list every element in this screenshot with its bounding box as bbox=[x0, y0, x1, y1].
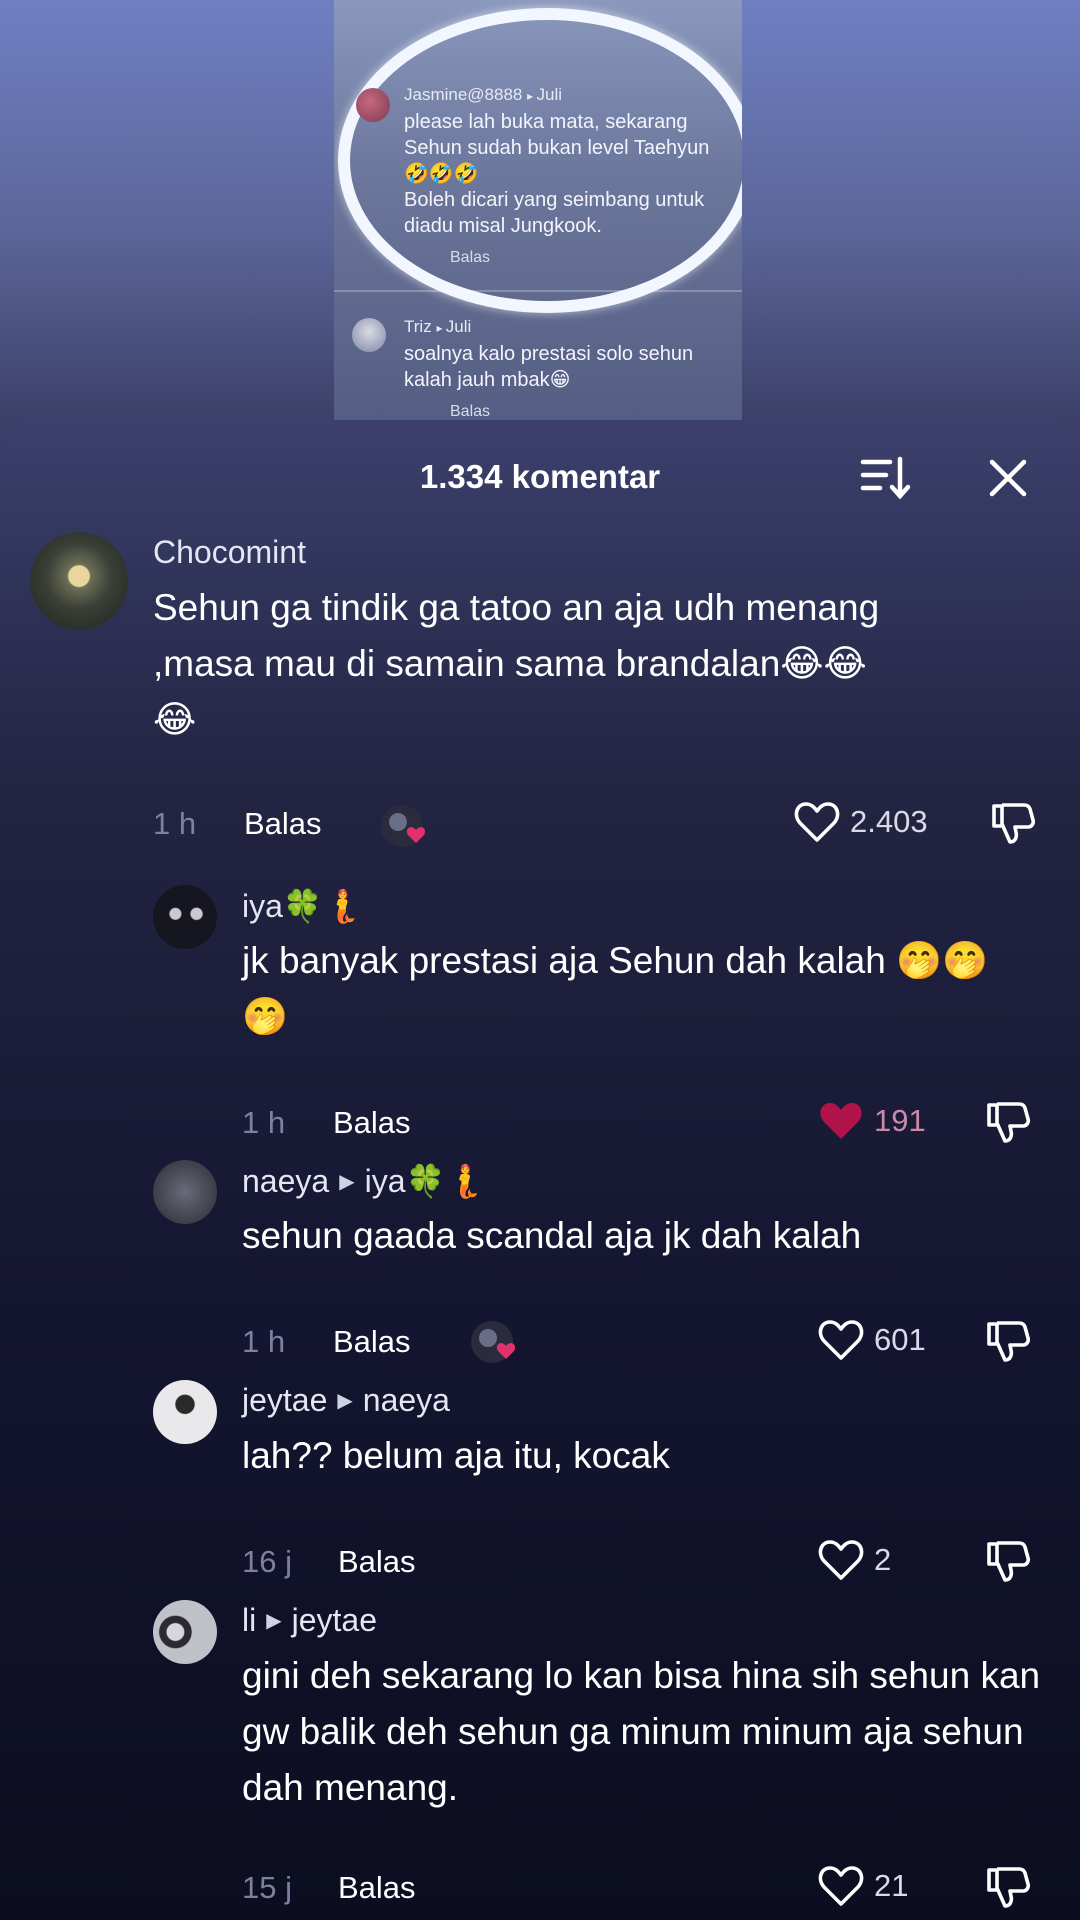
reply-arrow-icon: ▶ bbox=[266, 1610, 282, 1632]
sort-button[interactable] bbox=[860, 456, 912, 500]
like-count: 191 bbox=[874, 1103, 926, 1138]
divider bbox=[334, 290, 742, 292]
comment-time: 1 h bbox=[242, 1324, 286, 1359]
comment-text: sehun gaada scandal aja jk dah kalah bbox=[242, 1215, 862, 1256]
preview-username: Jasmine@8888 bbox=[404, 85, 523, 104]
avatar[interactable] bbox=[153, 1160, 217, 1224]
comment-text: lah?? belum aja itu, kocak bbox=[242, 1435, 670, 1476]
sheet-header: 1.334 komentar bbox=[0, 420, 1080, 532]
heart-icon bbox=[818, 1320, 864, 1360]
preview-avatar-2 bbox=[352, 318, 386, 352]
comment-time: 15 j bbox=[242, 1870, 292, 1905]
thumbs-down-icon bbox=[987, 1102, 1031, 1143]
preview-comment-2: Triz ▸ Juli soalnya kalo prestasi solo s… bbox=[404, 314, 693, 420]
reply-button[interactable]: Balas bbox=[333, 1105, 411, 1141]
heart-icon bbox=[818, 1866, 864, 1906]
creator-liked-badge bbox=[470, 1320, 516, 1364]
preview-avatar-1 bbox=[356, 88, 390, 122]
comment-username[interactable]: naeya ▶ iya🍀🧜 bbox=[242, 1162, 485, 1200]
comment-time: 1 h bbox=[242, 1105, 286, 1140]
like-count: 2 bbox=[874, 1542, 892, 1577]
preview-line: diadu misal Jungkook. bbox=[404, 215, 602, 237]
like-button[interactable]: 2.403 bbox=[794, 800, 928, 844]
preview-comment-1: Jasmine@8888 ▸ Juli please lah buka mata… bbox=[404, 82, 709, 271]
preview-username: Triz bbox=[404, 317, 432, 336]
comment-text: jk banyak prestasi aja Sehun dah kalah 🤭… bbox=[242, 940, 989, 1037]
like-count: 21 bbox=[874, 1868, 909, 1903]
comment-count-title: 1.334 komentar bbox=[419, 458, 661, 495]
creator-liked-badge bbox=[380, 804, 426, 848]
avatar[interactable] bbox=[153, 885, 217, 949]
like-button[interactable]: 21 bbox=[818, 1864, 908, 1908]
thumbs-down-icon bbox=[987, 1321, 1031, 1362]
preview-reply-button: Balas bbox=[450, 249, 491, 266]
comment-username[interactable]: Chocomint bbox=[153, 534, 306, 571]
comment-text: gini deh sekarang lo kan bisa hina sih s… bbox=[242, 1655, 1041, 1808]
dislike-button[interactable] bbox=[985, 1099, 1031, 1145]
reply-to-user[interactable]: iya🍀🧜 bbox=[365, 1163, 486, 1199]
comment-time: 1 h bbox=[153, 806, 197, 841]
preview-comment-1-header: Jasmine@8888 ▸ Juli bbox=[404, 85, 562, 104]
sort-icon bbox=[860, 456, 911, 500]
like-button[interactable]: 601 bbox=[818, 1318, 926, 1362]
comment-time: 16 j bbox=[242, 1544, 292, 1579]
video-preview: Jasmine@8888 ▸ Juli please lah buka mata… bbox=[334, 0, 742, 420]
comments-sheet: 1.334 komentar Chocomint Sehun ga tindik… bbox=[0, 420, 1080, 1920]
preview-line: 🤣🤣🤣 bbox=[404, 163, 479, 185]
comment-author[interactable]: jeytae bbox=[242, 1382, 327, 1418]
preview-line: Boleh dicari yang seimbang untuk bbox=[404, 189, 705, 211]
comment-author[interactable]: naeya bbox=[242, 1163, 329, 1199]
preview-reply-to: Juli bbox=[536, 85, 562, 104]
comment-text: Sehun ga tindik ga tatoo an aja udh mena… bbox=[153, 587, 880, 740]
preview-line: kalah jauh mbak😁 bbox=[404, 369, 571, 391]
preview-reply-button: Balas bbox=[450, 403, 491, 420]
reply-arrow-icon: ▶ bbox=[337, 1390, 353, 1412]
preview-line: soalnya kalo prestasi solo sehun bbox=[404, 343, 694, 365]
heart-icon bbox=[794, 802, 840, 842]
avatar[interactable] bbox=[30, 532, 128, 630]
like-count: 2.403 bbox=[850, 804, 928, 839]
avatar[interactable] bbox=[153, 1380, 217, 1444]
close-button[interactable] bbox=[986, 456, 1030, 500]
preview-comment-2-header: Triz ▸ Juli bbox=[404, 317, 472, 336]
reply-arrow-icon: ▶ bbox=[339, 1171, 355, 1193]
close-icon bbox=[989, 459, 1027, 497]
reply-button[interactable]: Balas bbox=[338, 1870, 416, 1906]
thumbs-down-icon bbox=[987, 1867, 1031, 1908]
reply-button[interactable]: Balas bbox=[333, 1324, 411, 1360]
dislike-button[interactable] bbox=[990, 800, 1036, 846]
thumbs-down-icon bbox=[987, 1541, 1031, 1582]
reply-button[interactable]: Balas bbox=[338, 1544, 416, 1580]
heart-icon bbox=[818, 1540, 864, 1580]
preview-reply-to: Juli bbox=[445, 317, 472, 336]
preview-line: please lah buka mata, sekarang bbox=[404, 111, 688, 133]
comment-username[interactable]: iya🍀🧜 bbox=[242, 887, 363, 925]
heart-filled-icon bbox=[820, 1103, 862, 1139]
avatar[interactable] bbox=[153, 1600, 217, 1664]
preview-line: Sehun sudah bukan level Taehyun bbox=[404, 137, 710, 159]
comment-username[interactable]: li ▶ jeytae bbox=[242, 1602, 377, 1639]
thumbs-down-icon bbox=[992, 803, 1036, 844]
dislike-button[interactable] bbox=[985, 1864, 1031, 1910]
comment-username[interactable]: jeytae ▶ naeya bbox=[242, 1382, 450, 1419]
dislike-button[interactable] bbox=[985, 1318, 1031, 1364]
reply-to-user[interactable]: jeytae bbox=[292, 1602, 377, 1638]
like-count: 601 bbox=[874, 1322, 926, 1357]
reply-to-user[interactable]: naeya bbox=[363, 1382, 450, 1418]
like-button[interactable]: 2 bbox=[818, 1538, 891, 1582]
reply-button[interactable]: Balas bbox=[244, 806, 322, 842]
like-button[interactable]: 191 bbox=[818, 1099, 926, 1143]
comment-author[interactable]: li bbox=[242, 1602, 256, 1638]
dislike-button[interactable] bbox=[985, 1538, 1031, 1584]
